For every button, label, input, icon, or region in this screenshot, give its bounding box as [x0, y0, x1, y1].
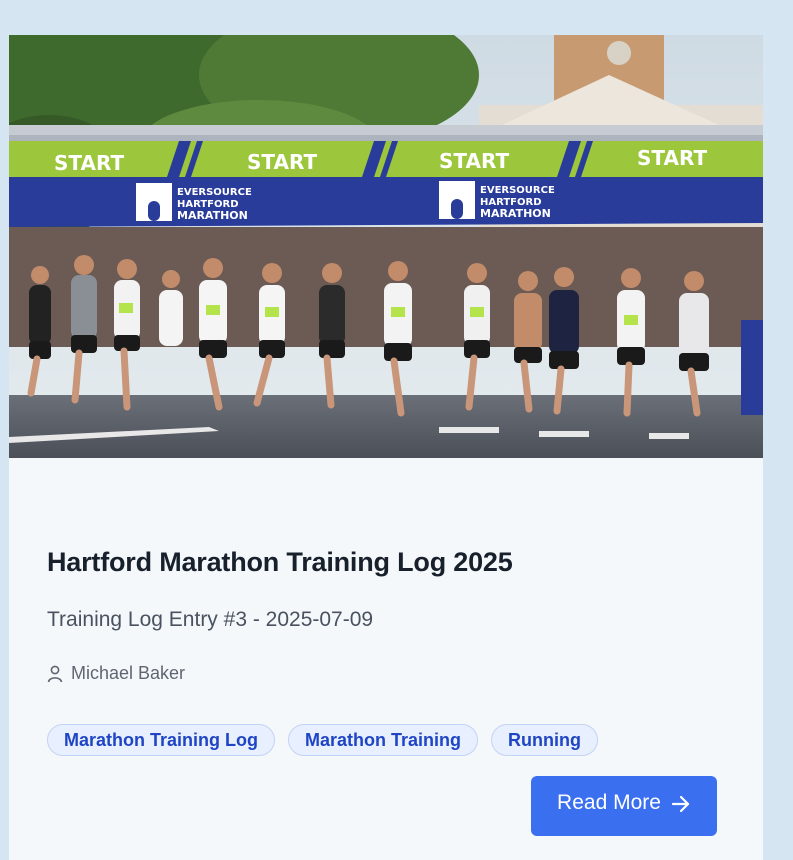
tag-marathon-training-log[interactable]: Marathon Training Log — [47, 724, 275, 756]
sponsor-logo-text: MARATHON — [177, 209, 248, 222]
post-card: START START START START EVERSOURCE HARTF… — [9, 35, 763, 860]
banner-start-text: START — [247, 150, 317, 174]
tag-running[interactable]: Running — [491, 724, 598, 756]
banner-start-text: START — [439, 149, 509, 173]
read-more-button[interactable]: Read More — [531, 776, 717, 836]
sponsor-logo-text: EVERSOURCE — [177, 187, 252, 198]
user-icon — [47, 665, 63, 683]
banner-start-text: START — [637, 146, 707, 170]
arrow-right-icon — [671, 791, 691, 819]
banner-start-text: START — [54, 151, 124, 175]
read-more-label: Read More — [557, 791, 661, 814]
author-name: Michael Baker — [71, 663, 186, 683]
tag-marathon-training[interactable]: Marathon Training — [288, 724, 479, 756]
post-subtitle: Training Log Entry #3 - 2025-07-09 — [47, 608, 374, 631]
post-author: Michael Baker — [47, 663, 185, 684]
sponsor-logo-text: EVERSOURCE — [480, 185, 555, 196]
post-title[interactable]: Hartford Marathon Training Log 2025 — [47, 547, 513, 578]
sponsor-logo-text: MARATHON — [480, 207, 551, 220]
hero-image[interactable]: START START START START EVERSOURCE HARTF… — [9, 35, 763, 458]
tag-list: Marathon Training Log Marathon Training … — [47, 724, 598, 756]
